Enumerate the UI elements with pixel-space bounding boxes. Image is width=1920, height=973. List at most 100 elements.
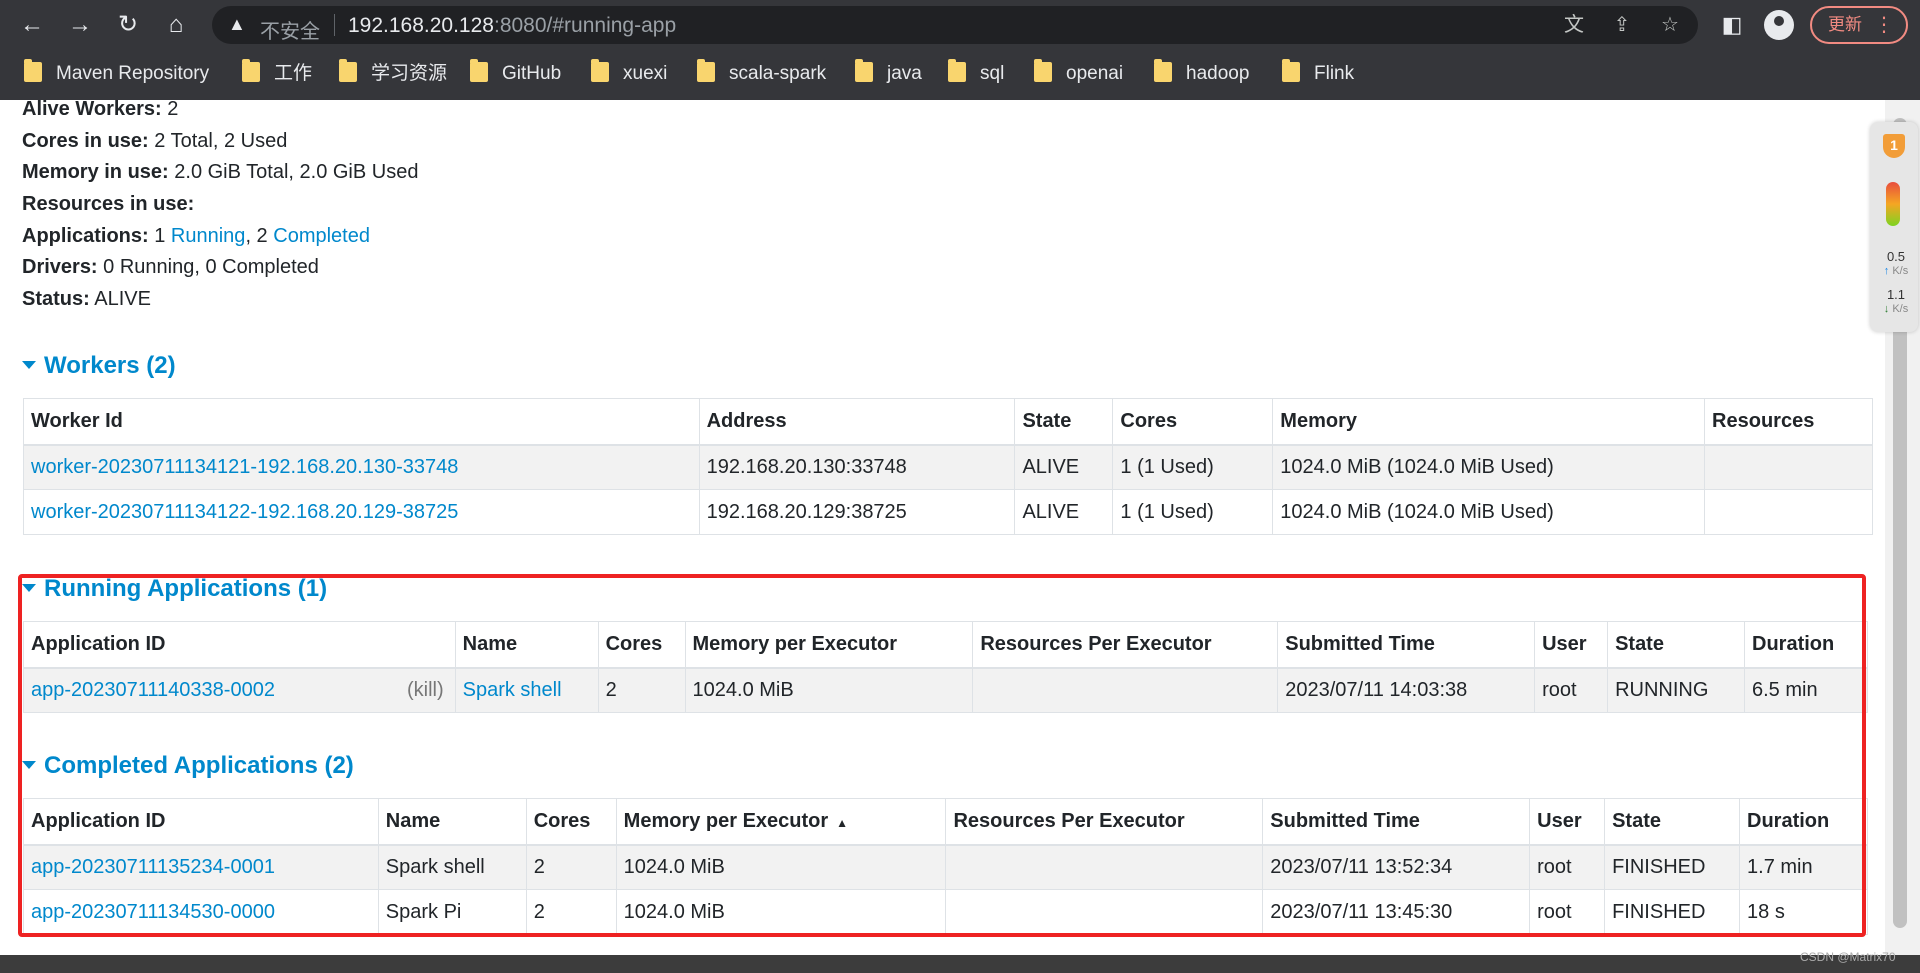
down-arrow-icon: ↓: [1883, 303, 1890, 315]
back-arrow-icon[interactable]: ←: [16, 9, 48, 41]
bookmark-star-icon[interactable]: ☆: [1656, 12, 1684, 38]
address-bar[interactable]: ▲ 不安全 192.168.20.128:8080/#running-app 文…: [212, 6, 1698, 44]
bookmark-item[interactable]: java: [855, 59, 922, 88]
taskbar-strip: [0, 955, 1920, 973]
download-unit: ↓ K/s: [1876, 302, 1916, 316]
bookmark-item[interactable]: scala-spark: [697, 59, 826, 88]
worker-id-link[interactable]: worker-20230711134122-192.168.20.129-387…: [31, 501, 458, 523]
bookmark-label: 工作: [274, 63, 313, 84]
url-text[interactable]: 192.168.20.128:8080/#running-app: [348, 14, 676, 38]
column-header[interactable]: Worker Id: [23, 398, 700, 446]
bookmark-item[interactable]: openai: [1034, 59, 1123, 88]
gauge-bar: [1886, 182, 1900, 226]
column-header[interactable]: State: [1607, 621, 1745, 669]
column-header[interactable]: State: [1604, 798, 1741, 846]
table-cell: 2023/07/11 13:45:30: [1262, 889, 1531, 935]
update-label: 更新: [1828, 15, 1862, 34]
column-header[interactable]: Name: [377, 798, 527, 846]
bookmark-item[interactable]: 工作: [242, 59, 313, 88]
up-arrow-icon: ↑: [1883, 265, 1890, 277]
kill-link[interactable]: (kill): [407, 679, 444, 702]
column-header[interactable]: Memory per Executor: [684, 621, 974, 669]
running-apps-section-header[interactable]: Running Applications (1): [22, 575, 327, 603]
memory-value: 2.0 GiB Total, 2.0 GiB Used: [174, 161, 419, 183]
bookmark-label: sql: [980, 63, 1005, 84]
bookmark-item[interactable]: Maven Repository: [24, 59, 210, 88]
column-header[interactable]: Cores: [1112, 398, 1274, 446]
menu-dots-icon[interactable]: ⋮: [1874, 8, 1894, 42]
reload-icon[interactable]: ↻: [112, 9, 144, 41]
bookmark-label: java: [887, 63, 922, 84]
column-header[interactable]: Submitted Time: [1262, 798, 1531, 846]
sidebar-icon[interactable]: ◧: [1716, 10, 1748, 40]
column-header[interactable]: Cores: [597, 621, 686, 669]
upload-value: 0.5: [1886, 249, 1906, 264]
table-row: app-20230711135234-0001 Spark shell 2 10…: [23, 844, 1868, 890]
column-header[interactable]: Resources Per Executor: [972, 621, 1279, 669]
address-separator: [334, 14, 335, 36]
app-name-link[interactable]: Spark shell: [463, 679, 562, 701]
table-cell: 1024.0 MiB (1024.0 MiB Used): [1272, 489, 1706, 535]
bookmark-item[interactable]: xuexi: [591, 59, 668, 88]
table-cell: FINISHED: [1604, 844, 1741, 890]
column-header[interactable]: Resources Per Executor: [945, 798, 1264, 846]
app-id-link[interactable]: app-20230711135234-0001: [31, 856, 275, 878]
home-icon[interactable]: ⌂: [160, 9, 192, 41]
column-header[interactable]: Application ID: [23, 798, 379, 846]
collapse-arrow-icon: [22, 361, 36, 369]
bookmark-label: xuexi: [623, 63, 668, 84]
table-cell: ALIVE: [1014, 489, 1114, 535]
workers-section-header[interactable]: Workers (2): [22, 352, 176, 380]
table-cell: 1 (1 Used): [1112, 444, 1274, 490]
bookmark-label: Maven Repository: [56, 63, 210, 84]
column-header[interactable]: User: [1529, 798, 1606, 846]
resources-label: Resources in use:: [22, 193, 195, 215]
column-header[interactable]: State: [1014, 398, 1114, 446]
forward-arrow-icon[interactable]: →: [64, 9, 96, 41]
bookmark-item[interactable]: Flink: [1282, 59, 1354, 88]
column-header[interactable]: Resources: [1704, 398, 1873, 446]
column-header[interactable]: Memory: [1272, 398, 1706, 446]
table-header-row: Application ID Name Cores Memory per Exe…: [23, 798, 1868, 846]
table-cell: [945, 889, 1264, 935]
update-button[interactable]: 更新 ⋮: [1810, 6, 1908, 44]
running-count: 1: [154, 225, 166, 247]
bookmark-label: GitHub: [502, 63, 562, 84]
bookmark-item[interactable]: sql: [948, 59, 1005, 88]
translate-icon[interactable]: 文: [1560, 12, 1588, 38]
column-header[interactable]: Name: [454, 621, 599, 669]
bookmark-item[interactable]: 学习资源: [339, 59, 447, 88]
network-speed-widget[interactable]: 1 0.5 ↑ K/s 1.1 ↓ K/s: [1870, 122, 1918, 332]
table-cell: 1024.0 MiB: [684, 667, 974, 713]
column-header[interactable]: Submitted Time: [1277, 621, 1536, 669]
table-cell: worker-20230711134121-192.168.20.130-337…: [23, 444, 700, 490]
table-cell: 2023/07/11 13:52:34: [1262, 844, 1531, 890]
column-header[interactable]: Address: [698, 398, 1016, 446]
column-header[interactable]: User: [1534, 621, 1609, 669]
column-header[interactable]: Cores: [525, 798, 617, 846]
worker-id-link[interactable]: worker-20230711134121-192.168.20.130-337…: [31, 456, 458, 478]
table-cell: [1704, 444, 1873, 490]
download-value: 1.1: [1886, 287, 1906, 302]
running-apps-title: Running Applications (1): [44, 575, 328, 602]
column-header[interactable]: Duration: [1744, 621, 1868, 669]
folder-icon: [697, 59, 715, 82]
profile-avatar[interactable]: [1764, 10, 1794, 40]
table-cell: [945, 844, 1264, 890]
share-icon[interactable]: ⇪: [1608, 12, 1636, 38]
download-speed: 1.1 ↓ K/s: [1876, 288, 1916, 316]
bookmark-item[interactable]: hadoop: [1154, 59, 1249, 88]
completed-apps-section-header[interactable]: Completed Applications (2): [22, 752, 354, 780]
column-header[interactable]: Memory per Executor ▲: [615, 798, 947, 846]
bookmark-item[interactable]: GitHub: [470, 59, 562, 88]
app-id-link[interactable]: app-20230711134530-0000: [31, 901, 275, 923]
column-header[interactable]: Duration: [1739, 798, 1868, 846]
url-host: 192.168.20.128: [348, 14, 494, 37]
browser-chrome: ← → ↻ ⌂ ▲ 不安全 192.168.20.128:8080/#runni…: [0, 0, 1920, 100]
folder-icon: [591, 59, 609, 82]
column-header[interactable]: Application ID: [23, 621, 456, 669]
running-apps-table: Application ID Name Cores Memory per Exe…: [23, 621, 1868, 713]
app-id-link[interactable]: app-20230711140338-0002: [31, 679, 275, 701]
completed-apps-link[interactable]: Completed: [273, 225, 370, 247]
running-apps-link[interactable]: Running: [171, 225, 246, 247]
